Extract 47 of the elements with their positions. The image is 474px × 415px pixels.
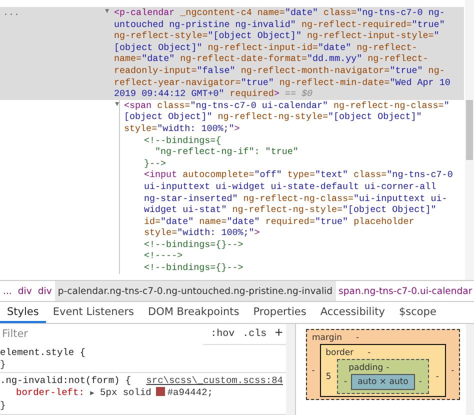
closing-brace: } [0, 400, 7, 412]
hover-state-toggle[interactable]: :hov [210, 328, 235, 340]
box-value: - [418, 377, 423, 387]
box-value: - [450, 366, 456, 376]
box-value: - [368, 348, 371, 358]
panel-tab[interactable]: Properties [246, 302, 314, 323]
scrollbar-track[interactable] [286, 324, 295, 415]
box-label: margin [312, 332, 342, 342]
html-comment: <!----> [144, 250, 184, 262]
box-value: - [356, 332, 360, 342]
html-comment: <!--bindings={}--> [144, 262, 244, 274]
dom-node[interactable]: <input autocomplete="off" type="text" class="ng-tns-c7-0 ui-inputtext ui-widget ui-state-default ui-corner-all ng-star-inserted" ng-reflect-ng-class="ui-inputtext ui-widget ui-stat" ng-reflect-ng-style="[object Object]" id="date" name="date" required="true" placeholder style="width: 100%;"> [144, 169, 456, 239]
scrollbar-track[interactable] [465, 0, 474, 280]
color-value: #a94442; [167, 386, 213, 398]
box-value: - [386, 362, 390, 372]
more-button[interactable]: ... [3, 7, 20, 19]
box-value: 5 [324, 372, 332, 382]
breadcrumb[interactable]: div [34, 281, 55, 301]
css-selector: .ng-invalid:not(form) { [0, 375, 132, 386]
box-value: - [343, 377, 348, 387]
panel-tab[interactable]: DOM Breakpoints [140, 302, 246, 323]
breadcrumb[interactable]: p-calendar.ng-tns-c7-0.ng-untouched.ng-pristine.ng-invalid [54, 281, 336, 301]
panel-tab[interactable]: Accessibility [313, 302, 392, 323]
html-comment: <!--bindings={ "ng-reflect-ng-if": "true" }--> [144, 134, 300, 170]
css-value: 5px solid [100, 386, 152, 398]
css-property: border-left: [16, 386, 84, 398]
box-label: border [326, 348, 354, 358]
panel-tab[interactable]: Event Listeners [46, 302, 141, 323]
breadcrumb[interactable]: div [14, 281, 35, 301]
closing-brace: } [0, 358, 7, 370]
content-box: auto × auto [350, 374, 416, 390]
css-selector: element.style { [0, 347, 86, 358]
box-value: - [434, 372, 440, 382]
scrollbar-track[interactable] [466, 324, 474, 415]
source-link[interactable]: src\scss\_custom.scss:84 [146, 375, 283, 386]
panel-tab[interactable]: $scope [392, 302, 444, 323]
color-swatch[interactable] [156, 386, 166, 396]
breadcrumb[interactable]: span.ng-tns-c7-0.ui-calendar [336, 281, 474, 301]
html-comment: <!--bindings={}--> [144, 238, 244, 250]
breadcrumb[interactable]: ... [0, 281, 15, 301]
dom-node[interactable]: <p-calendar _ngcontent-c4 name="date" class="ng-tns-c7-0 ng-untouched ng-pristine ng-invalid" ng-reflect-required="true" ng-reflect-style="[object Object]" ng-reflect-input-style="[object Object]" ng-reflect-input-id="date" ng-reflect-name="date" ng-reflect-date-format="dd.mm.yy" ng-reflect-readonly-input="false" ng-reflect-month-navigator="true" ng-reflect-year-navigator="true" ng-reflect-min-date="Wed Apr 10 2019 09:44:12 GMT+0" required> == $0 [114, 7, 456, 100]
dom-node[interactable]: <span class="ng-tns-c7-0 ui-calendar" ng-reflect-ng-class="[object Object]" ng-reflect-ng-style="[object Object]" style="width: 100%;"> [124, 100, 456, 135]
box-value: - [310, 366, 316, 376]
box-label: padding [348, 362, 384, 372]
add-rule-button[interactable]: + [274, 326, 283, 342]
scrollbar-thumb[interactable] [466, 100, 473, 160]
class-toggle[interactable]: .cls [242, 328, 267, 340]
